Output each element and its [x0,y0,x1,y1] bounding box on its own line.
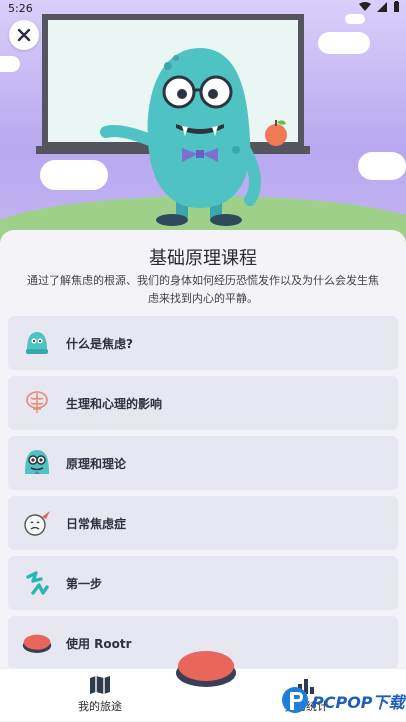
close-button[interactable] [9,20,39,50]
lesson-item-daily-anxiety[interactable]: 日常焦虑症 [8,496,398,550]
status-time: 5:26 [8,2,33,15]
status-icons [359,1,400,12]
map-icon [90,676,110,694]
red-button-icon [176,651,236,687]
watermark-logo: PCPOP下载 [280,682,405,718]
rootr-panic-button[interactable] [174,645,238,689]
red-button-icon [22,628,52,658]
lesson-item-principles-theory[interactable]: 原理和理论 [8,436,398,490]
lesson-item-what-is-anxiety[interactable]: 什么是焦虑? [8,316,398,370]
lesson-label: 第一步 [66,576,103,591]
worried-face-icon [22,508,52,538]
watermark-text: PCPOP下载 [312,693,405,712]
course-description: 通过了解焦虑的根源、我们的身体如何经历恐慌发作以及为什么会发生焦虑来找到内心的平… [27,274,379,305]
nav-my-journey-label: 我的旅途 [78,700,122,713]
battery-icon [394,1,399,12]
signal-icon [377,1,387,12]
course-title: 基础原理课程 [149,248,257,269]
monster-face-icon [22,448,52,478]
lesson-label: 生理和心理的影响 [66,396,163,411]
lesson-label: 原理和理论 [66,456,127,471]
small-monster-icon [22,328,52,358]
lesson-item-physiological-effects[interactable]: 生理和心理的影响 [8,376,398,430]
lesson-label: 日常焦虑症 [66,516,127,531]
steps-icon [22,568,52,598]
lesson-label: 使用 Rootr [66,636,132,651]
wifi-icon [359,1,371,11]
monster-illustration [100,48,287,226]
nav-my-journey[interactable]: 我的旅途 [70,675,130,714]
status-bar: 5:26 [0,0,406,18]
lesson-label: 什么是焦虑? [66,336,133,351]
hero-illustration [0,0,406,250]
close-icon [17,28,31,42]
brain-icon [22,388,52,418]
lesson-item-first-step[interactable]: 第一步 [8,556,398,610]
